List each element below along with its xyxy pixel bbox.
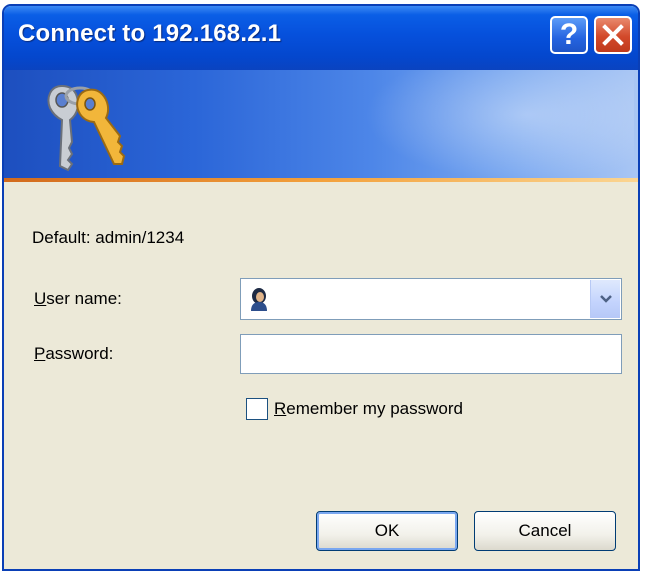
password-field[interactable] — [240, 334, 622, 374]
help-button[interactable]: ? — [550, 16, 588, 54]
remember-password-label[interactable]: Remember my password — [274, 399, 463, 419]
user-avatar-icon — [251, 288, 267, 311]
username-combobox[interactable] — [240, 278, 622, 320]
close-button[interactable] — [594, 16, 632, 54]
password-label: Password: — [34, 344, 114, 363]
chevron-down-icon — [599, 295, 612, 303]
remember-password-option[interactable]: Remember my password — [246, 396, 463, 422]
keys-icon — [47, 84, 126, 172]
close-icon — [602, 24, 624, 46]
banner-accent-line — [4, 178, 638, 182]
remember-password-checkbox[interactable] — [246, 398, 268, 420]
username-label: User name: — [34, 289, 122, 308]
username-input[interactable] — [275, 283, 579, 317]
title-bar[interactable]: Connect to 192.168.2.1 ? — [4, 6, 638, 70]
login-dialog: Connect to 192.168.2.1 ? Default: admin/… — [2, 4, 640, 571]
cancel-button[interactable]: Cancel — [474, 511, 616, 551]
default-credentials-hint: Default: admin/1234 — [32, 228, 185, 247]
window-title: Connect to 192.168.2.1 — [18, 20, 282, 47]
username-dropdown-button[interactable] — [590, 280, 620, 318]
ok-button[interactable]: OK — [316, 511, 458, 551]
